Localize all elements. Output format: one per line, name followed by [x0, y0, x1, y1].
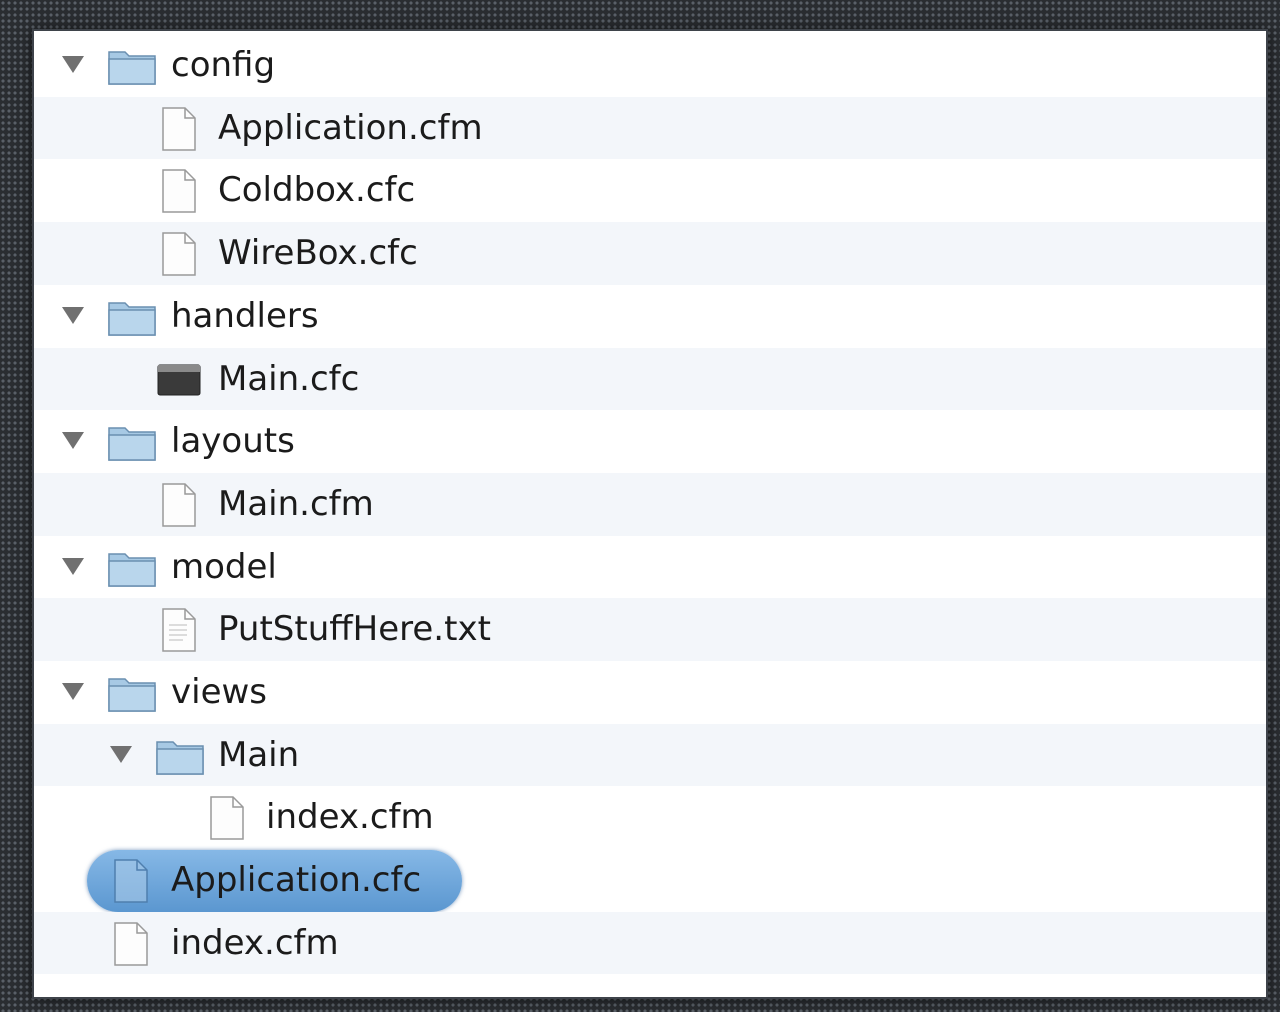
- file-icon: [113, 921, 149, 967]
- tree-row-main-cfc[interactable]: Main.cfc: [34, 347, 1266, 411]
- tree-row-label: config: [171, 45, 276, 85]
- executable-icon: [157, 364, 201, 396]
- file-icon: [161, 231, 197, 277]
- tree-row-main-cfm[interactable]: Main.cfm: [34, 472, 1266, 536]
- tree-row-label: model: [171, 546, 277, 587]
- folder-icon: [107, 422, 157, 462]
- tree-row-label: Main: [218, 734, 300, 775]
- tree-row-index-cfm[interactable]: index.cfm: [34, 911, 1266, 975]
- tree-row-application-cfc[interactable]: Application.cfc: [34, 849, 1266, 912]
- tree-row-views[interactable]: views: [34, 661, 1266, 724]
- tree-row-views-index-cfm[interactable]: index.cfm: [34, 786, 1266, 849]
- folder-icon: [107, 297, 157, 337]
- tree-row-label: views: [171, 672, 268, 712]
- tree-row-label: Application.cfm: [218, 107, 483, 148]
- tree-row-putstuffhere-txt[interactable]: PutStuffHere.txt: [34, 598, 1266, 661]
- folder-icon: [107, 46, 157, 86]
- tree-row-application-cfm[interactable]: Application.cfm: [34, 96, 1266, 160]
- tree-row-model[interactable]: model: [34, 536, 1266, 599]
- disclosure-triangle-icon[interactable]: [62, 56, 84, 73]
- file-icon: [161, 168, 197, 214]
- disclosure-triangle-icon[interactable]: [62, 432, 84, 450]
- tree-row-main-folder[interactable]: Main: [34, 723, 1266, 787]
- tree-row-label: Application.cfc: [171, 860, 422, 901]
- tree-row-label: Main.cfc: [218, 358, 360, 399]
- tree-row-label: handlers: [171, 295, 319, 336]
- file-icon: [161, 106, 197, 152]
- tree-row-label: WireBox.cfc: [218, 233, 418, 274]
- tree-row-wirebox-cfc[interactable]: WireBox.cfc: [34, 222, 1266, 285]
- tree-row-handlers[interactable]: handlers: [34, 285, 1266, 348]
- folder-icon: [155, 736, 205, 776]
- tree-row-label: index.cfm: [171, 922, 339, 963]
- disclosure-triangle-icon[interactable]: [62, 683, 84, 700]
- file-tree-panel: config Application.cfm Coldbox.cfc WireB…: [34, 31, 1266, 997]
- tree-row-config[interactable]: config: [34, 34, 1266, 97]
- file-icon: [113, 858, 149, 904]
- folder-icon: [107, 548, 157, 588]
- tree-row-label: layouts: [171, 421, 295, 462]
- folder-icon: [107, 673, 157, 713]
- disclosure-triangle-icon[interactable]: [110, 745, 132, 763]
- disclosure-triangle-icon[interactable]: [62, 306, 84, 324]
- file-icon: [209, 795, 245, 841]
- tree-row-label: index.cfm: [266, 797, 434, 838]
- tree-row-label: Main.cfm: [218, 483, 374, 524]
- tree-row-label: Coldbox.cfc: [218, 170, 416, 211]
- text-file-icon: [161, 607, 197, 653]
- disclosure-triangle-icon[interactable]: [62, 557, 84, 575]
- tree-row-coldbox-cfc[interactable]: Coldbox.cfc: [34, 159, 1266, 222]
- file-icon: [161, 482, 197, 528]
- tree-row-layouts[interactable]: layouts: [34, 410, 1266, 473]
- tree-row-label: PutStuffHere.txt: [218, 609, 491, 650]
